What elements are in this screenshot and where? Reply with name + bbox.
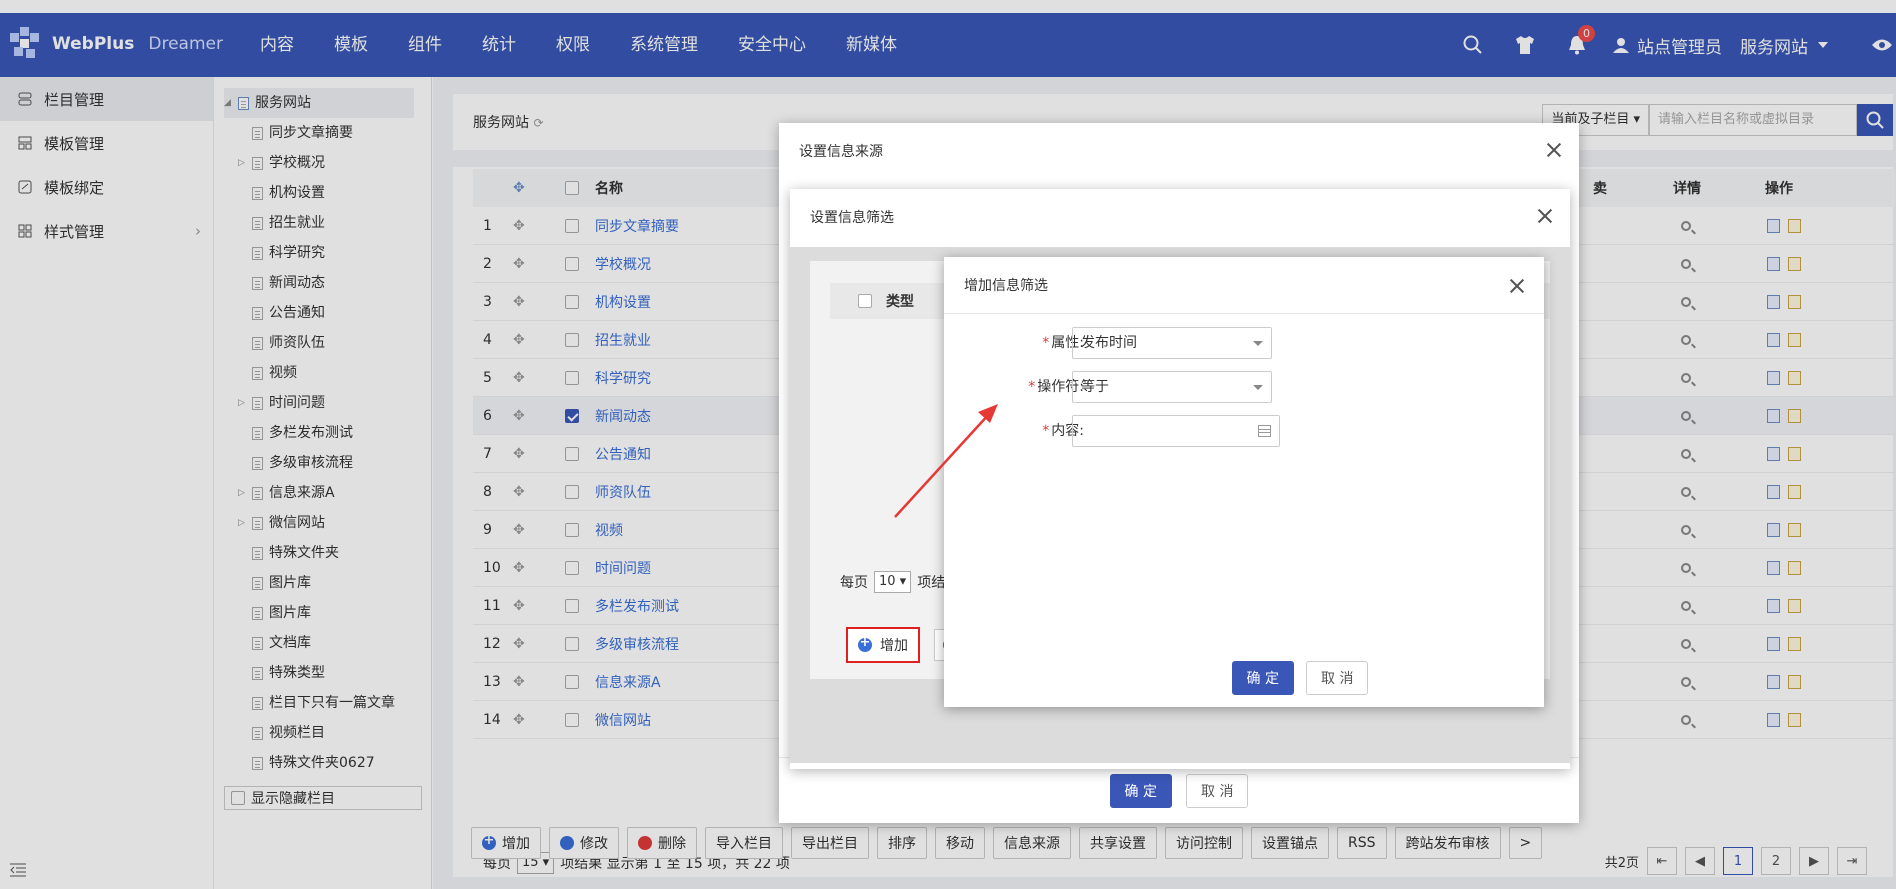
dialog-title: 设置信息筛选	[810, 210, 894, 226]
cancel-button[interactable]: 取 消	[1306, 661, 1369, 695]
dialog-add-filter: 增加信息筛选 * 属性: 发布时间 * 操作符: 等于 * 内容: 确 定 取 消	[944, 257, 1544, 707]
filter-pager: 每页 10 ▾ 项结	[840, 571, 945, 593]
caret-down-icon	[1253, 341, 1263, 346]
ok-button[interactable]: 确 定	[1231, 661, 1294, 695]
col-type: 类型	[886, 294, 914, 310]
per-page-label: 每页	[840, 575, 868, 591]
operator-select[interactable]: 等于	[1072, 371, 1272, 403]
caret-down-icon	[1253, 385, 1263, 390]
dialog-title: 增加信息筛选	[964, 278, 1048, 294]
select-all-checkbox[interactable]	[858, 294, 872, 308]
field-operator: * 操作符: 等于	[944, 371, 1544, 403]
close-icon[interactable]	[1545, 141, 1563, 159]
dialog-header: 增加信息筛选	[944, 257, 1544, 314]
field-content: * 内容:	[944, 415, 1544, 447]
field-attribute: * 属性: 发布时间	[944, 327, 1544, 359]
ok-button[interactable]: 确 定	[1109, 773, 1172, 808]
close-icon[interactable]	[1536, 207, 1554, 225]
calendar-icon[interactable]	[1258, 425, 1271, 437]
add-filter-button[interactable]: 增加	[846, 627, 920, 663]
attribute-select[interactable]: 发布时间	[1072, 327, 1272, 359]
per-page-select[interactable]: 10 ▾	[874, 571, 912, 593]
close-icon[interactable]	[1508, 277, 1526, 295]
dialog-footer: 确 定 取 消	[944, 661, 1544, 695]
add-label: 增加	[880, 638, 908, 654]
dialog-title: 设置信息来源	[799, 144, 883, 160]
plus-icon	[858, 635, 872, 652]
pager-summary: 项结	[917, 575, 946, 591]
content-date-input[interactable]	[1072, 415, 1280, 447]
cancel-button[interactable]: 取 消	[1186, 773, 1249, 808]
